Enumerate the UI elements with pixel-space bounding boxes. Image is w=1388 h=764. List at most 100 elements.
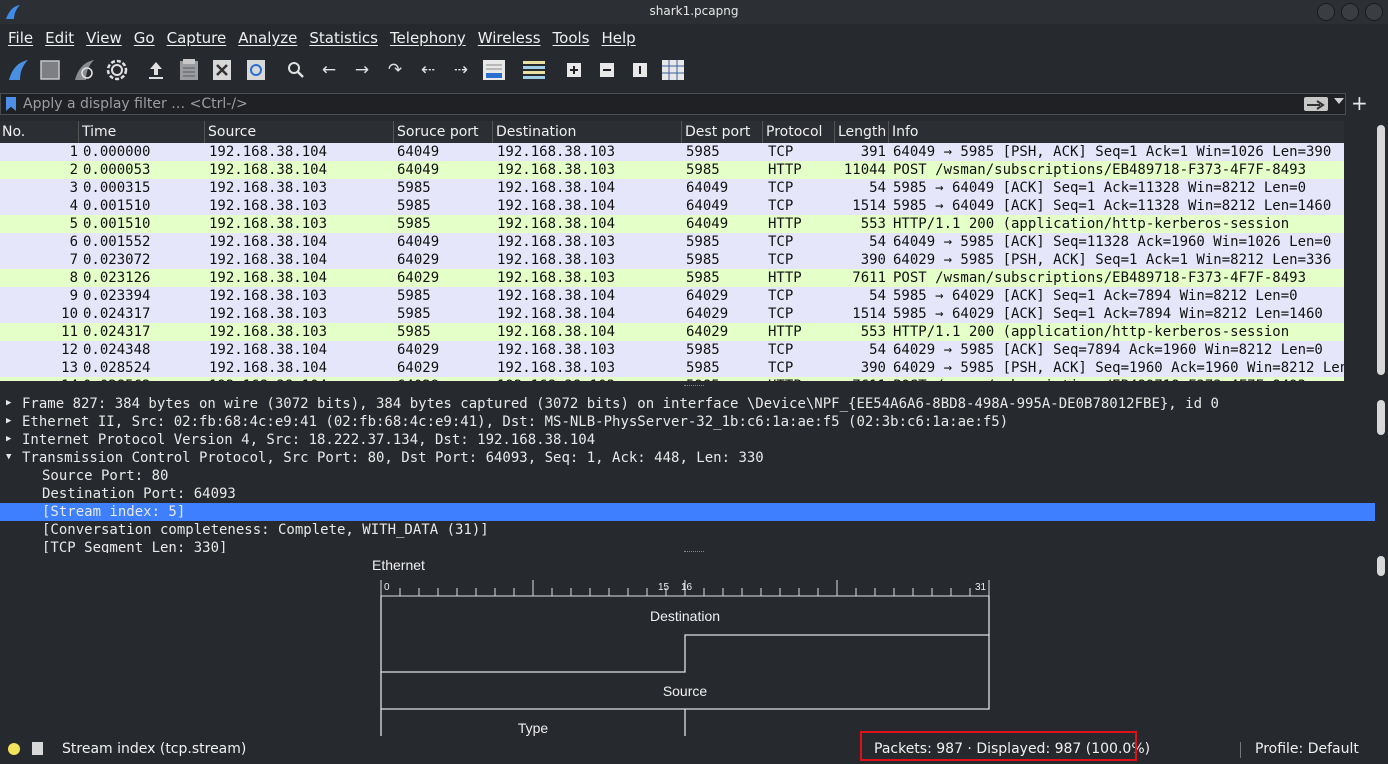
detail-tree-item[interactable]: Source Port: 80 [0,467,1375,485]
packet-row[interactable]: 8 0.023126 192.168.38.104 64029 192.168.38.1… [0,269,1344,287]
display-filter-input[interactable] [21,95,1295,113]
packet-row[interactable]: 7 0.023072 192.168.38.104 64029 192.168.38.1… [0,251,1344,269]
capture-comment-icon[interactable] [32,742,43,755]
packet-row[interactable]: 13 0.028524 192.168.38.104 64029 192.168.38.… [0,359,1344,377]
packet-details-tree: ▶ Frame 827: 384 bytes on wire (3072 bits… [0,395,1388,553]
go-forward-icon[interactable]: → [349,57,375,83]
column-header-no[interactable]: No. [2,124,25,140]
colorize-icon[interactable] [521,57,547,83]
zoom-in-icon[interactable] [561,57,587,83]
column-separator[interactable] [834,121,835,143]
detail-tree-item[interactable]: [Stream index: 5] [0,503,1375,521]
menu-item-wireless[interactable]: Wireless [470,26,545,50]
close-file-icon[interactable] [209,57,235,83]
find-packet-icon[interactable] [283,57,309,83]
column-separator[interactable] [888,121,889,143]
column-separator[interactable] [393,121,394,143]
packet-cell-len: 7611 [852,270,886,286]
reload-file-icon[interactable] [243,57,269,83]
auto-scroll-icon[interactable] [481,57,507,83]
expert-info-led-icon[interactable] [8,743,20,755]
packet-cell-proto: TCP [768,144,794,160]
packet-cell-dport: 64029 [686,324,729,340]
packet-cell-dport: 64029 [686,288,729,304]
menu-item-telephony[interactable]: Telephony [382,26,470,50]
packet-row[interactable]: 6 0.001552 192.168.38.104 64049 192.168.38.1… [0,233,1344,251]
packet-row[interactable]: 9 0.023394 192.168.38.103 5985 192.168.38.10… [0,287,1344,305]
first-packet-icon[interactable]: ⇠ [415,57,441,83]
column-header-time[interactable]: Time [82,124,116,140]
column-separator[interactable] [204,121,205,143]
detail-tree-item[interactable]: [Conversation completeness: Complete, WI… [0,521,1375,539]
profile-label[interactable]: Profile: Default [1255,741,1359,757]
menu-item-edit[interactable]: Edit [37,26,78,50]
save-file-icon[interactable] [176,57,202,83]
splitter-grip-2[interactable] [684,551,704,554]
menu-item-view[interactable]: View [78,26,126,50]
expand-arrow-icon[interactable]: ▶ [6,416,11,426]
menu-item-statistics[interactable]: Statistics [301,26,382,50]
go-to-packet-icon[interactable]: ↷ [382,57,408,83]
normal-size-icon[interactable] [627,57,653,83]
detail-tree-item[interactable]: ▼ Transmission Control Protocol, Src Port… [0,449,1375,467]
packet-diagram-scrollbar[interactable] [1377,556,1385,576]
packet-row[interactable]: 12 0.024348 192.168.38.104 64029 192.168.38.… [0,341,1344,359]
column-separator[interactable] [492,121,493,143]
packet-cell-info: HTTP/1.1 200 (application/http-kerberos-… [893,324,1290,340]
expand-arrow-icon[interactable]: ▶ [6,434,11,444]
detail-tree-item[interactable]: ▶ Ethernet II, Src: 02:fb:68:4c:e9:41 (02… [0,413,1375,431]
column-header-length[interactable]: Length [838,124,886,140]
packet-details-scrollbar[interactable] [1377,400,1385,435]
packet-row[interactable]: 11 0.024317 192.168.38.103 5985 192.168.38.1… [0,323,1344,341]
bit-label: 31 [975,582,987,593]
packet-row[interactable]: 5 0.001510 192.168.38.103 5985 192.168.38.10… [0,215,1344,233]
packet-row[interactable]: 3 0.000315 192.168.38.103 5985 192.168.38.10… [0,179,1344,197]
menu-item-go[interactable]: Go [126,26,159,50]
expand-arrow-icon[interactable]: ▶ [6,398,11,408]
detail-tree-item[interactable]: ▶ Frame 827: 384 bytes on wire (3072 bits… [0,395,1375,413]
packet-row[interactable]: 4 0.001510 192.168.38.103 5985 192.168.38.10… [0,197,1344,215]
open-file-icon[interactable] [143,57,169,83]
detail-tree-item[interactable]: Destination Port: 64093 [0,485,1375,503]
capture-options-gear-icon[interactable] [104,57,130,83]
shark-fin-start-icon[interactable] [5,57,31,83]
column-header-protocol[interactable]: Protocol [766,124,822,140]
packet-row[interactable]: 10 0.024317 192.168.38.103 5985 192.168.38.1… [0,305,1344,323]
go-back-icon[interactable]: ← [316,57,342,83]
collapse-arrow-icon[interactable]: ▼ [6,452,11,462]
column-separator[interactable] [78,121,79,143]
filter-bookmark-icon[interactable] [6,97,16,111]
splitter-grip[interactable] [684,385,704,388]
stop-capture-icon[interactable] [37,57,63,83]
menu-item-file[interactable]: File [0,26,37,50]
column-header-destination[interactable]: Destination [496,124,576,140]
column-header-source[interactable]: Source [208,124,256,140]
filter-history-dropdown-icon[interactable] [1334,98,1344,104]
column-header-info[interactable]: Info [892,124,919,140]
column-separator[interactable] [762,121,763,143]
restart-capture-icon[interactable] [71,57,97,83]
packet-list-scrollbar[interactable] [1377,125,1385,375]
minimize-button[interactable] [1317,3,1335,21]
packet-cell-src: 192.168.38.103 [209,306,328,322]
add-filter-button[interactable]: + [1351,93,1368,113]
maximize-button[interactable] [1341,3,1359,21]
pane-splitter[interactable] [0,381,1388,391]
menu-item-help[interactable]: Help [593,26,639,50]
column-separator[interactable] [681,121,682,143]
column-header-dest-port[interactable]: Dest port [685,124,750,140]
packet-row[interactable]: 1 0.000000 192.168.38.104 64049 192.168.38.1… [0,143,1344,161]
menu-item-capture[interactable]: Capture [159,26,231,50]
zoom-out-icon[interactable] [594,57,620,83]
close-window-button[interactable] [1365,3,1383,21]
column-header-soruce-port[interactable]: Soruce port [397,124,479,140]
detail-tree-item[interactable]: ▶ Internet Protocol Version 4, Src: 18.22… [0,431,1375,449]
packet-row[interactable]: 2 0.000053 192.168.38.104 64049 192.168.38.1… [0,161,1344,179]
last-packet-icon[interactable]: ⇢ [448,57,474,83]
apply-filter-arrow-icon[interactable] [1304,97,1328,111]
menu-item-analyze[interactable]: Analyze [230,26,301,50]
packet-cell-sport: 64049 [397,144,440,160]
resize-columns-icon[interactable] [660,57,686,83]
packet-cell-time: 0.001552 [83,234,151,250]
menu-item-tools[interactable]: Tools [545,26,594,50]
